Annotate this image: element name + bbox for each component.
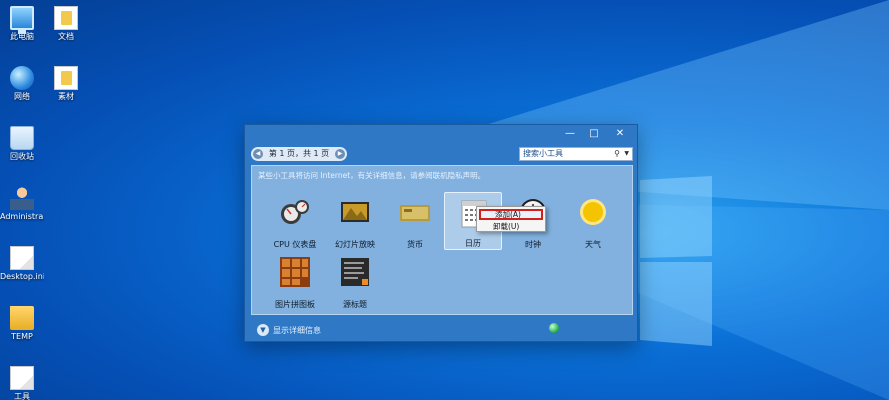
desktop-icon-desktop-ini[interactable]: Desktop.ini: [0, 246, 44, 282]
recycle-bin-icon: [10, 126, 34, 150]
currency-icon: [400, 205, 430, 221]
gadget-label: 幻灯片放映: [335, 240, 375, 249]
file-icon: [10, 366, 34, 390]
search-placeholder: 搜索小工具: [523, 149, 563, 158]
feed-headlines-icon: [341, 258, 369, 286]
desktop-icon-network[interactable]: 网络: [0, 66, 44, 102]
desktop-icon-label: 文档: [58, 32, 74, 41]
gadget-gallery-window: — □ ✕ ◀ 第 1 页，共 1 页 ▶ 搜索小工具 ⚲ ▼ 某些小工具将访问…: [244, 124, 638, 342]
folder-icon: [54, 66, 78, 90]
gadget-label: 日历: [465, 239, 481, 248]
search-icon[interactable]: ⚲: [614, 148, 620, 160]
gadget-tile-cpu-meter[interactable]: CPU 仪表盘: [266, 192, 324, 250]
network-icon: [10, 66, 34, 90]
desktop-icon-recycle-bin[interactable]: 回收站: [0, 126, 44, 162]
desktop-icon-label: TEMP: [11, 332, 33, 341]
user-folder-icon: [10, 186, 34, 210]
navigation-row: ◀ 第 1 页，共 1 页 ▶ 搜索小工具 ⚲ ▼: [251, 145, 633, 163]
desktop-icon-label: Desktop.ini: [0, 272, 44, 281]
context-menu: 添加(A) 卸载(U): [476, 206, 546, 232]
desktop-icon-tools[interactable]: 工具: [0, 366, 44, 400]
gadget-tile-feed-headlines[interactable]: 源标题: [326, 252, 384, 310]
desktop-icon-administrator[interactable]: Administra...: [0, 186, 44, 222]
search-input[interactable]: 搜索小工具 ⚲ ▼: [519, 147, 633, 161]
desktop-icon-temp[interactable]: TEMP: [0, 306, 44, 342]
desktop-icon-label: 回收站: [10, 152, 34, 161]
gadget-tile-picture-puzzle[interactable]: 图片拼图板: [266, 252, 324, 310]
desktop-icon-documents[interactable]: 文档: [44, 6, 88, 42]
desktop-icon-label: 素材: [58, 92, 74, 101]
previous-page-icon[interactable]: ◀: [253, 149, 263, 159]
gadget-tile-slideshow[interactable]: 幻灯片放映: [326, 192, 384, 250]
privacy-notice[interactable]: 某些小工具将访问 Internet，有关详细信息，请参阅联机隐私声明。: [258, 170, 485, 181]
gadget-panel: 某些小工具将访问 Internet，有关详细信息，请参阅联机隐私声明。 CPU …: [251, 165, 633, 315]
details-bar: ▼ 显示详细信息: [245, 319, 637, 343]
folder-icon: [10, 306, 34, 330]
page-indicator: ◀ 第 1 页，共 1 页 ▶: [251, 147, 347, 161]
slideshow-icon: [341, 202, 369, 222]
page-indicator-label: 第 1 页，共 1 页: [268, 149, 330, 158]
desktop-icon-label: 工具: [14, 392, 30, 400]
online-gadgets-icon[interactable]: [549, 323, 559, 333]
menu-item-uninstall[interactable]: 卸载(U): [479, 221, 543, 232]
picture-puzzle-icon: [280, 257, 310, 287]
weather-icon: [580, 199, 606, 225]
desktop-icon-label: Administra...: [0, 212, 44, 221]
gadget-label: 源标题: [343, 300, 367, 309]
menu-item-add[interactable]: 添加(A): [479, 209, 543, 220]
close-button[interactable]: ✕: [611, 127, 629, 141]
gadget-label: 时钟: [525, 240, 541, 249]
file-icon: [10, 246, 34, 270]
documents-icon: [54, 6, 78, 30]
title-bar[interactable]: — □ ✕: [245, 125, 637, 143]
minimize-button[interactable]: —: [561, 127, 579, 141]
chevron-down-icon[interactable]: ▼: [624, 148, 629, 160]
next-page-icon[interactable]: ▶: [335, 149, 345, 159]
gadget-tile-weather[interactable]: 天气: [564, 192, 622, 250]
gadget-label: 天气: [585, 240, 601, 249]
desktop-icon-material[interactable]: 素材: [44, 66, 88, 102]
gadget-label: 货币: [407, 240, 423, 249]
expand-details-icon[interactable]: ▼: [257, 324, 269, 336]
gadget-label: 图片拼图板: [275, 300, 315, 309]
gadget-label: CPU 仪表盘: [273, 240, 317, 249]
gadget-tile-currency[interactable]: 货币: [386, 192, 444, 250]
computer-icon: [10, 6, 34, 34]
desktop-icon-label: 网络: [14, 92, 30, 101]
desktop-icon-computer[interactable]: 此电脑: [0, 6, 44, 42]
cpu-meter-icon: [281, 200, 309, 224]
show-details-link[interactable]: 显示详细信息: [273, 325, 321, 336]
maximize-button[interactable]: □: [585, 127, 603, 141]
